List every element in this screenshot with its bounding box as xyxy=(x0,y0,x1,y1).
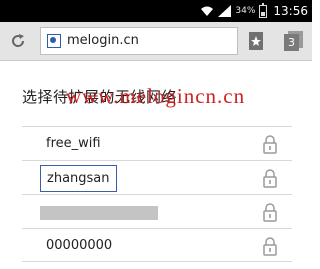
browser-toolbar: melogin.cn 3 xyxy=(0,22,312,61)
network-name: free_wifi xyxy=(46,136,101,151)
network-row[interactable]: zhangsan xyxy=(22,160,292,194)
network-row[interactable]: 00000000 xyxy=(22,228,292,262)
network-list: free_wifi zhangsan 00000000 xyxy=(22,126,292,262)
network-row[interactable] xyxy=(22,194,292,228)
network-row[interactable]: free_wifi xyxy=(22,126,292,160)
lock-icon xyxy=(263,169,277,188)
address-bar[interactable]: melogin.cn xyxy=(40,27,238,55)
reload-icon xyxy=(12,34,25,47)
network-name: 00000000 xyxy=(46,238,113,253)
battery-icon xyxy=(259,2,268,18)
battery-percent: 34% xyxy=(235,6,256,16)
wifi-icon xyxy=(201,6,214,16)
network-name: zhangsan xyxy=(40,165,117,192)
site-favicon-icon xyxy=(47,34,61,48)
tab-count: 3 xyxy=(284,34,299,51)
status-indicators: 34% 13:56 xyxy=(200,0,308,22)
clock: 13:56 xyxy=(273,4,308,18)
lock-icon xyxy=(263,203,277,222)
page-heading: 选择待扩展的无线网络 xyxy=(22,88,178,106)
tabs-button[interactable]: 3 xyxy=(284,31,304,51)
bookmark-icon xyxy=(249,32,263,50)
url-text: melogin.cn xyxy=(67,33,139,48)
bookmark-button[interactable] xyxy=(246,31,266,51)
lock-icon xyxy=(263,237,277,256)
lock-icon xyxy=(263,135,277,154)
obscured-network-name xyxy=(40,206,158,220)
reload-button[interactable] xyxy=(8,31,28,51)
signal-icon xyxy=(218,5,232,17)
status-bar: 34% 13:56 xyxy=(0,0,312,22)
